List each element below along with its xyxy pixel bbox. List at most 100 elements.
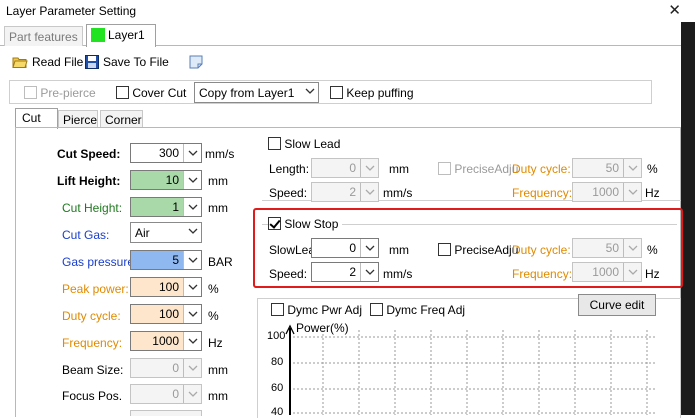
slow-lead-freq-spinner[interactable]: 1000 (572, 182, 642, 202)
layer-tab-strip: Part features Layer1 (0, 24, 681, 47)
y-axis-label: Power(%) (296, 321, 349, 335)
pre-pierce-checkbox[interactable]: Pre-pierce (24, 86, 96, 100)
y-tick-80: 80 (271, 356, 284, 368)
lift-height-spinner[interactable]: 10 (130, 170, 202, 190)
close-icon[interactable]: ✕ (668, 1, 681, 19)
cut-speed-spinner[interactable]: 300 (130, 143, 202, 163)
chevron-down-icon (188, 311, 198, 317)
slow-lead-checkbox[interactable]: Slow Lead (268, 137, 345, 151)
slow-lead-speed-unit: mm/s (383, 186, 413, 200)
slow-stop-precise-label: PreciseAdju (454, 243, 519, 257)
slow-stop-freq-label: Frequency: (512, 267, 573, 281)
chevron-down-icon (188, 391, 198, 397)
cut-height-spinner[interactable]: 1 (130, 197, 202, 217)
copy-from-value: Copy from Layer1 (199, 86, 295, 100)
slow-lead-freq-unit: Hz (645, 186, 660, 200)
window-title: Layer Parameter Setting (6, 4, 137, 18)
slow-stop-freq-unit: Hz (645, 267, 660, 281)
y-tick-40: 40 (271, 406, 284, 418)
slow-stop-speed-unit: mm/s (383, 267, 413, 281)
beam-size-spinner[interactable]: 0 (130, 358, 202, 378)
chevron-down-icon (188, 177, 198, 183)
slow-lead-precise-checkbox[interactable]: PreciseAdju (438, 162, 518, 176)
slow-lead-length-label: Length: (269, 162, 310, 176)
chevron-down-icon (365, 269, 375, 275)
gas-pressure-spinner[interactable]: 5 (130, 250, 202, 270)
options-row: Pre-pierce Cover Cut Copy from Layer1 Ke… (9, 80, 652, 104)
cut-gas-label: Cut Gas: (62, 228, 110, 242)
chevron-down-icon (628, 269, 638, 275)
chevron-down-icon (188, 257, 198, 263)
chevron-down-icon (188, 150, 198, 156)
read-file-button[interactable]: Read File (12, 53, 83, 71)
chevron-down-icon (188, 365, 198, 371)
note-button[interactable] (188, 53, 204, 71)
slow-lead-length-unit: mm (389, 162, 409, 176)
duty-cycle-label: Duty cycle: (62, 309, 121, 323)
slow-stop-freq-spinner[interactable]: 1000 (572, 262, 642, 282)
y-tick-60: 60 (271, 382, 284, 394)
chevron-down-icon (365, 165, 375, 171)
focus-pos-spinner[interactable]: 0 (130, 384, 202, 404)
keep-puffing-checkbox[interactable]: Keep puffing (330, 86, 414, 100)
save-to-file-label: Save To File (103, 55, 169, 69)
read-file-label: Read File (32, 55, 84, 69)
slow-stop-length-spinner[interactable]: 0 (311, 238, 379, 258)
chevron-down-icon (305, 88, 315, 94)
tab-cut[interactable]: Cut (15, 108, 58, 129)
cut-height-unit: mm (208, 201, 228, 215)
chevron-down-icon (188, 284, 198, 290)
lift-height-label: Lift Height: (57, 174, 121, 188)
slow-stop-precise-checkbox[interactable]: PreciseAdju (438, 243, 518, 257)
layer-color-swatch (91, 28, 105, 42)
slow-lead-duty-spinner[interactable]: 50 (572, 158, 642, 178)
keep-puffing-label: Keep puffing (346, 86, 414, 100)
duty-cycle-spinner[interactable]: 100 (130, 304, 202, 324)
cut-speed-label: Cut Speed: (57, 147, 121, 161)
sub-tab-strip: Cut Pierce Corner (15, 108, 685, 129)
y-tick-100: 100 (267, 330, 286, 342)
slow-stop-length-unit: mm (389, 243, 409, 257)
save-disk-icon (85, 55, 99, 69)
slow-stop-speed-label: Speed: (269, 267, 308, 281)
gas-pressure-label: Gas pressure (62, 255, 135, 269)
next-spinner-partial[interactable] (130, 410, 202, 416)
tab-pierce[interactable]: Pierce (58, 110, 98, 128)
slow-lead-title: Slow Lead (284, 137, 341, 151)
chevron-down-icon (188, 338, 198, 344)
slow-stop-speed-spinner[interactable]: 2 (311, 262, 379, 282)
chevron-down-icon (365, 245, 375, 251)
title-bar: Layer Parameter Setting ✕ (0, 0, 695, 22)
chevron-down-icon (628, 165, 638, 171)
frequency-unit: Hz (208, 336, 223, 350)
slow-stop-duty-spinner[interactable]: 50 (572, 238, 642, 258)
chart-grid (293, 330, 657, 415)
cover-cut-label: Cover Cut (132, 86, 187, 100)
slow-lead-duty-unit: % (647, 162, 658, 176)
beam-size-label: Beam Size: (62, 363, 124, 377)
tab-layer1[interactable]: Layer1 (86, 24, 156, 47)
frequency-spinner[interactable]: 1000 (130, 331, 202, 351)
cut-gas-value: Air (135, 226, 150, 240)
chevron-down-icon (365, 189, 375, 195)
power-curve-chart (285, 324, 657, 415)
copy-from-select[interactable]: Copy from Layer1 (194, 82, 319, 103)
tab-part-features[interactable]: Part features (4, 26, 83, 46)
tab-corner[interactable]: Corner (100, 110, 143, 128)
chevron-down-icon (628, 189, 638, 195)
slow-stop-duty-label: Duty cycle: (512, 243, 571, 257)
chevron-down-icon (188, 204, 198, 210)
save-to-file-button[interactable]: Save To File (85, 53, 169, 71)
peak-power-label: Peak power: (62, 282, 129, 296)
slow-lead-speed-spinner[interactable]: 2 (311, 182, 379, 202)
cover-cut-checkbox[interactable]: Cover Cut (116, 86, 186, 100)
chevron-down-icon (188, 228, 198, 234)
folder-open-icon (12, 57, 28, 68)
slow-stop-title: Slow Stop (284, 217, 339, 231)
cut-gas-select[interactable]: Air (130, 222, 202, 243)
focus-pos-label: Focus Pos. (62, 389, 123, 403)
slow-lead-length-spinner[interactable]: 0 (311, 158, 379, 178)
peak-power-spinner[interactable]: 100 (130, 277, 202, 297)
slow-stop-checkbox[interactable]: Slow Stop (268, 217, 343, 231)
focus-pos-unit: mm (208, 389, 228, 403)
